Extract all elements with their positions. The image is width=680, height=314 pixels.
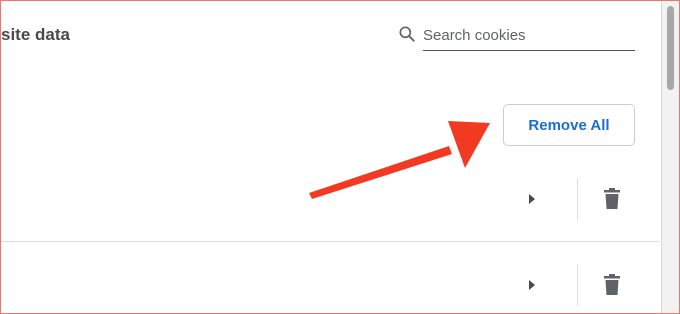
arrow-right-icon[interactable]	[523, 276, 541, 294]
remove-all-button[interactable]: Remove All	[503, 104, 635, 146]
trash-icon[interactable]	[601, 187, 623, 211]
divider	[577, 264, 578, 306]
search-icon[interactable]	[397, 24, 417, 44]
search-input[interactable]	[423, 21, 635, 51]
row-divider	[1, 241, 659, 242]
divider	[577, 178, 578, 220]
settings-panel: site data Remove All	[0, 0, 680, 314]
arrow-right-icon[interactable]	[523, 190, 541, 208]
list-item	[1, 256, 661, 313]
scrollbar-thumb[interactable]	[667, 6, 674, 90]
trash-icon[interactable]	[601, 273, 623, 297]
page-title: site data	[1, 25, 70, 44]
annotation-arrow-icon	[309, 121, 490, 199]
search-box[interactable]	[397, 21, 635, 51]
